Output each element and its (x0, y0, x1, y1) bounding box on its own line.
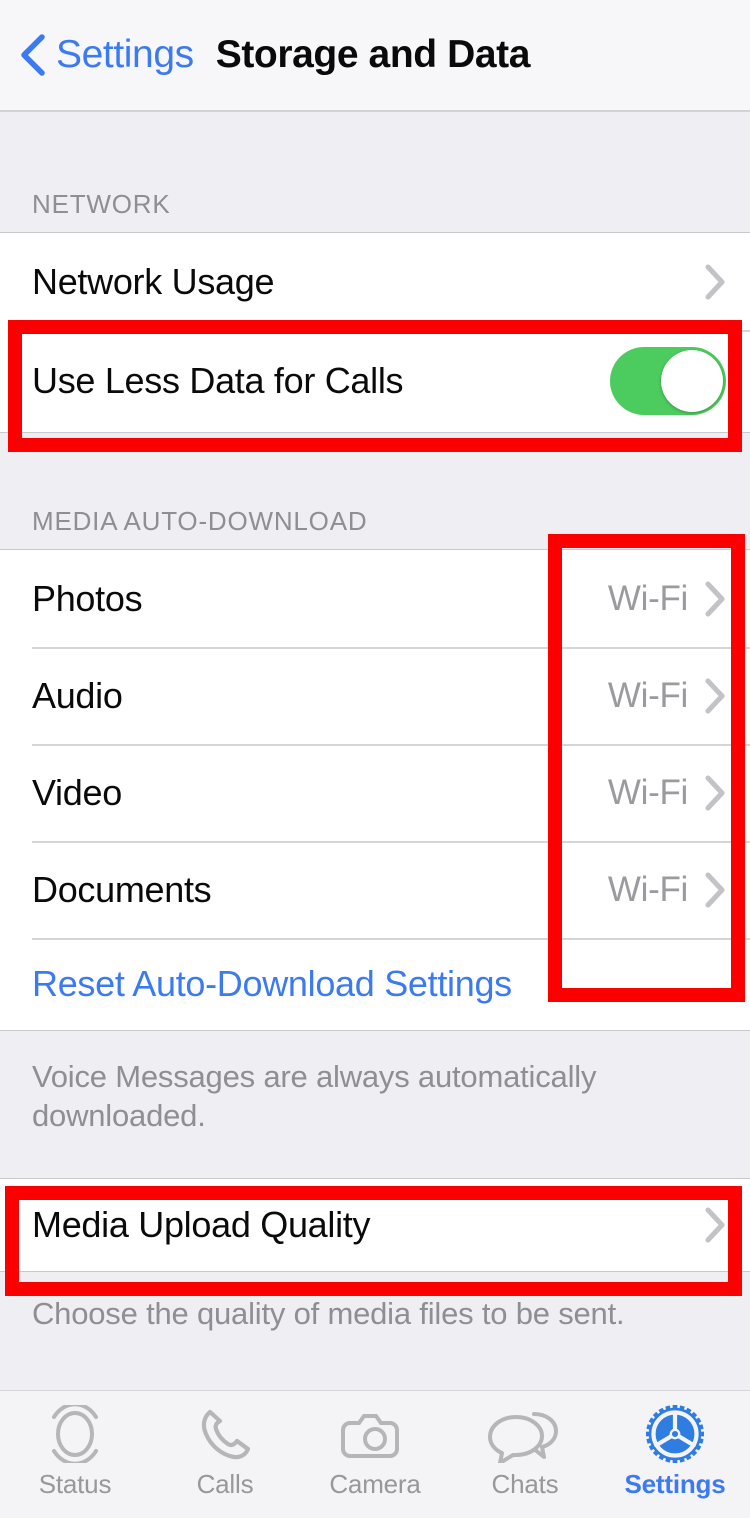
navigation-bar: Settings Storage and Data (0, 0, 750, 112)
tab-chats-label: Chats (491, 1469, 559, 1499)
tab-chats[interactable]: Chats (450, 1405, 600, 1500)
chevron-right-icon (704, 580, 726, 618)
chevron-right-icon (704, 871, 726, 909)
spacer-above-upload (0, 1161, 750, 1178)
back-label: Settings (56, 33, 194, 76)
reset-auto-download-label: Reset Auto-Download Settings (32, 963, 512, 1004)
chevron-right-icon (704, 677, 726, 715)
spacer-above-network (0, 112, 750, 170)
row-reset-auto-download[interactable]: Reset Auto-Download Settings (0, 938, 750, 1030)
row-photos-value: Wi-Fi (607, 578, 688, 618)
row-use-less-data-for-calls[interactable]: Use Less Data for Calls (0, 330, 750, 432)
chevron-right-icon (704, 263, 726, 301)
row-documents-label: Documents (32, 868, 212, 910)
row-audio-value: Wi-Fi (607, 675, 688, 715)
media-upload-quality-note: Choose the quality of media files to be … (0, 1271, 750, 1344)
tab-camera[interactable]: Camera (300, 1405, 450, 1500)
row-media-upload-quality[interactable]: Media Upload Quality (0, 1178, 750, 1271)
phone-icon (194, 1405, 256, 1463)
page-title: Storage and Data (215, 33, 531, 76)
chevron-right-icon (704, 1206, 726, 1244)
row-use-less-data-label: Use Less Data for Calls (32, 360, 404, 401)
row-video[interactable]: Video Wi-Fi (0, 744, 750, 841)
media-upload-quality-list: Media Upload Quality (0, 1177, 750, 1272)
bottom-tab-bar: Status Calls Camera Chats Settings (0, 1390, 750, 1518)
chevron-left-icon (18, 32, 48, 78)
voice-messages-note: Voice Messages are always automatically … (0, 1031, 750, 1162)
use-less-data-toggle[interactable] (610, 347, 726, 415)
section-header-network: NETWORK (0, 170, 750, 232)
status-rings-icon (38, 1405, 112, 1463)
row-documents-value: Wi-Fi (607, 869, 688, 909)
tab-status-label: Status (38, 1469, 112, 1499)
chevron-right-icon (704, 774, 726, 812)
tab-status[interactable]: Status (0, 1405, 150, 1500)
row-audio-label: Audio (32, 674, 123, 716)
media-auto-download-list: Photos Wi-Fi Audio Wi-Fi Video Wi-Fi Doc… (0, 549, 750, 1031)
row-network-usage[interactable]: Network Usage (0, 233, 750, 330)
row-photos[interactable]: Photos Wi-Fi (0, 550, 750, 647)
network-list: Network Usage Use Less Data for Calls (0, 232, 750, 433)
tab-calls[interactable]: Calls (150, 1405, 300, 1500)
tab-settings[interactable]: Settings (600, 1405, 750, 1500)
gear-icon (644, 1405, 706, 1463)
toggle-knob (661, 350, 723, 412)
row-video-label: Video (32, 771, 122, 813)
app-screen: Settings Storage and Data NETWORK Networ… (0, 0, 750, 1518)
row-photos-label: Photos (32, 577, 143, 619)
row-network-usage-label: Network Usage (32, 260, 275, 302)
camera-icon (340, 1405, 410, 1463)
chat-bubbles-icon (486, 1405, 564, 1463)
row-documents[interactable]: Documents Wi-Fi (0, 841, 750, 938)
tab-camera-label: Camera (329, 1469, 421, 1499)
tab-settings-label: Settings (624, 1469, 726, 1499)
row-media-upload-quality-label: Media Upload Quality (32, 1203, 371, 1245)
row-audio[interactable]: Audio Wi-Fi (0, 647, 750, 744)
spacer-above-media (0, 433, 750, 489)
back-button[interactable]: Settings (18, 32, 194, 78)
row-video-value: Wi-Fi (607, 772, 688, 812)
tab-calls-label: Calls (196, 1469, 254, 1499)
section-header-media-auto-download: MEDIA AUTO-DOWNLOAD (0, 489, 750, 549)
